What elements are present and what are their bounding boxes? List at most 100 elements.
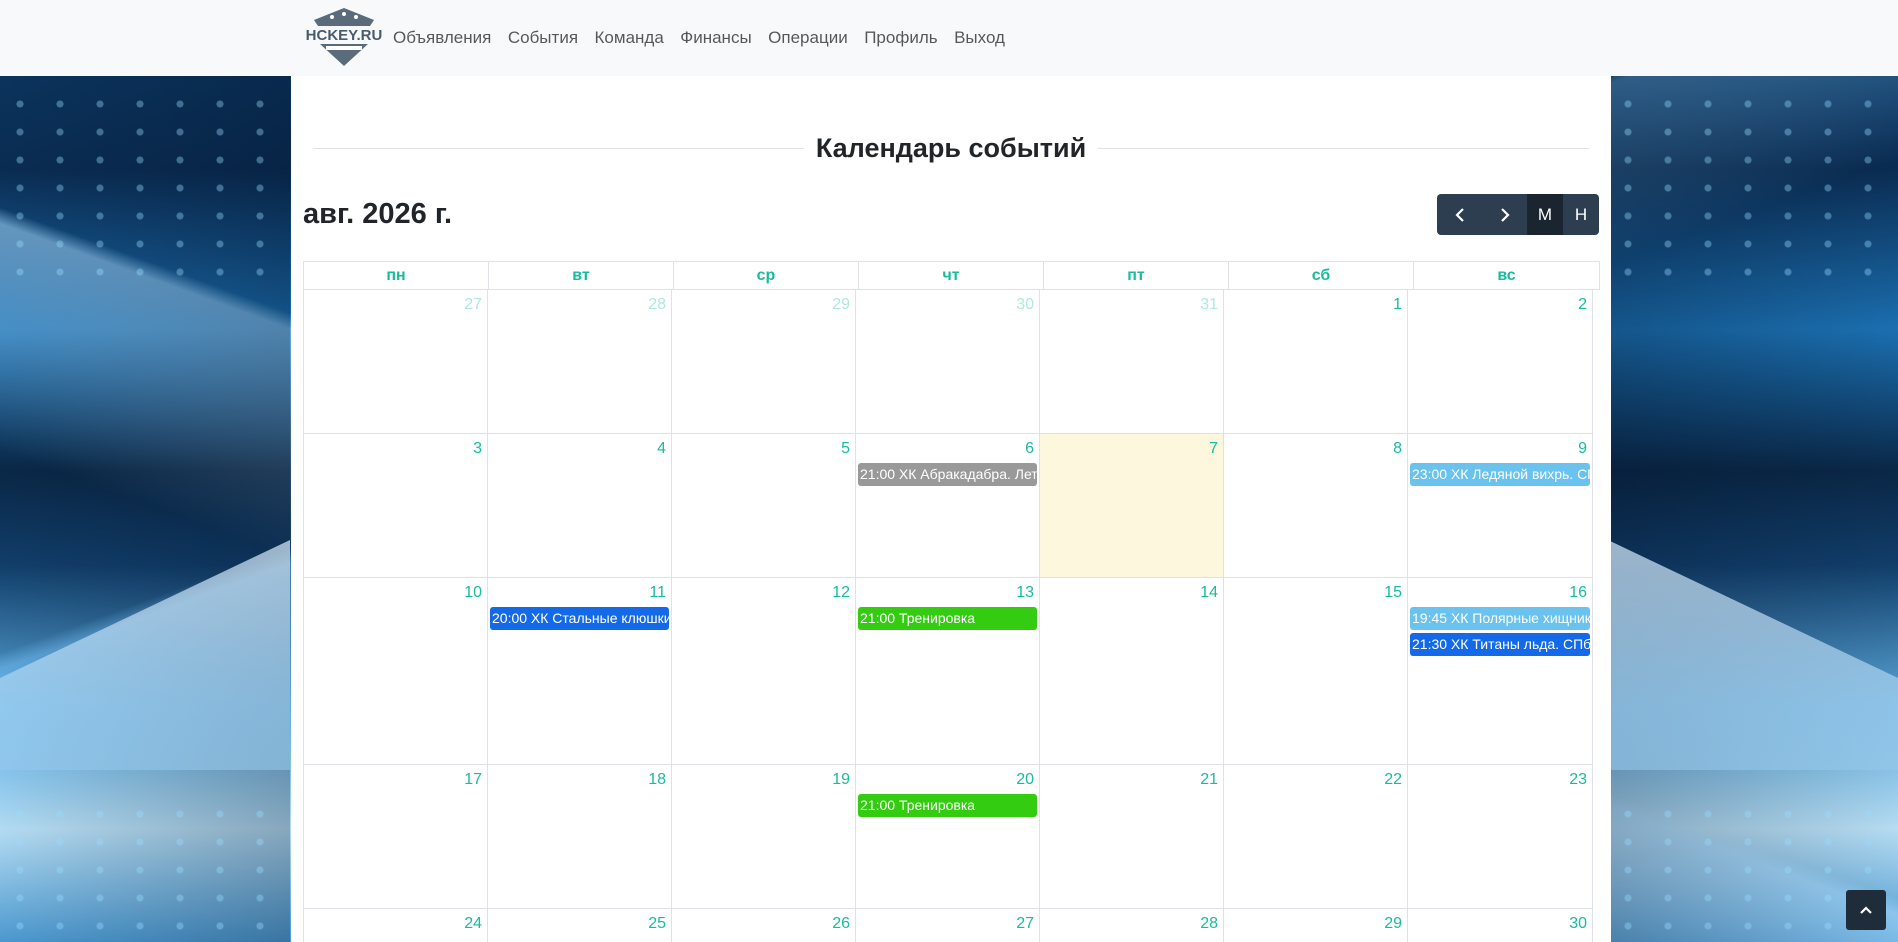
day-number[interactable]: 6 bbox=[1025, 440, 1034, 458]
calendar-day[interactable]: 18 bbox=[488, 765, 672, 909]
calendar-event[interactable]: 23:00 ХК Ледяной вихрь. СПб bbox=[1410, 463, 1590, 486]
calendar-day[interactable]: 29 bbox=[672, 290, 856, 434]
day-number[interactable]: 27 bbox=[1016, 915, 1034, 933]
calendar-day[interactable]: 25 bbox=[488, 909, 672, 942]
calendar-event[interactable]: 21:00 Тренировка bbox=[858, 607, 1037, 630]
calendar-day[interactable]: 13 21:00 Тренировка bbox=[856, 578, 1040, 765]
day-number[interactable]: 13 bbox=[1016, 584, 1034, 602]
calendar-day[interactable]: 30 bbox=[1408, 909, 1593, 942]
day-number[interactable]: 7 bbox=[1209, 440, 1218, 458]
weekday-3: чт bbox=[859, 262, 1044, 290]
day-number[interactable]: 21 bbox=[1200, 771, 1218, 789]
day-number[interactable]: 29 bbox=[1384, 915, 1402, 933]
calendar-day[interactable]: 15 bbox=[1224, 578, 1408, 765]
calendar-day[interactable]: 31 bbox=[1040, 290, 1224, 434]
scroll-to-top-button[interactable] bbox=[1846, 890, 1886, 930]
weekday-2: ср bbox=[674, 262, 859, 290]
calendar-event[interactable]: 21:00 Тренировка bbox=[858, 794, 1037, 817]
day-number[interactable]: 30 bbox=[1569, 915, 1587, 933]
chevron-left-icon bbox=[1454, 207, 1464, 222]
calendar-day[interactable]: 11 20:00 ХК Стальные клюшки bbox=[488, 578, 672, 765]
calendar-day[interactable]: 29 bbox=[1224, 909, 1408, 942]
day-number[interactable]: 14 bbox=[1200, 584, 1218, 602]
calendar-day[interactable]: 3 bbox=[304, 434, 488, 578]
calendar-day[interactable]: 19 bbox=[672, 765, 856, 909]
background-lights-left bbox=[0, 90, 290, 290]
nav-ads[interactable]: Объявления bbox=[393, 28, 491, 48]
calendar-day[interactable]: 16 19:45 ХК Полярные хищники 21:30 ХК Тита… bbox=[1408, 578, 1593, 765]
nav-events[interactable]: События bbox=[508, 28, 578, 48]
next-month-button[interactable] bbox=[1482, 194, 1527, 235]
calendar-day[interactable]: 27 bbox=[856, 909, 1040, 942]
day-number[interactable]: 15 bbox=[1384, 584, 1402, 602]
day-number[interactable]: 3 bbox=[473, 440, 482, 458]
day-number[interactable]: 31 bbox=[1200, 296, 1218, 314]
day-number[interactable]: 24 bbox=[464, 915, 482, 933]
weekday-6: вс bbox=[1414, 262, 1600, 290]
calendar-day[interactable]: 6 21:00 ХК Абракадабра. Летний турнир bbox=[856, 434, 1040, 578]
day-number[interactable]: 19 bbox=[832, 771, 850, 789]
calendar-day[interactable]: 28 bbox=[1040, 909, 1224, 942]
nav-team[interactable]: Команда bbox=[595, 28, 664, 48]
day-number[interactable]: 28 bbox=[1200, 915, 1218, 933]
calendar-day[interactable]: 28 bbox=[488, 290, 672, 434]
calendar-day[interactable]: 26 bbox=[672, 909, 856, 942]
calendar-day[interactable]: 20 21:00 Тренировка bbox=[856, 765, 1040, 909]
calendar-event[interactable]: 20:00 ХК Стальные клюшки bbox=[490, 607, 669, 630]
day-number[interactable]: 28 bbox=[648, 296, 666, 314]
day-number[interactable]: 22 bbox=[1384, 771, 1402, 789]
calendar-day[interactable]: 14 bbox=[1040, 578, 1224, 765]
calendar-event[interactable]: 21:00 ХК Абракадабра. Летний турнир bbox=[858, 463, 1037, 486]
day-number[interactable]: 18 bbox=[648, 771, 666, 789]
calendar-day[interactable]: 24 bbox=[304, 909, 488, 942]
calendar-day[interactable]: 8 bbox=[1224, 434, 1408, 578]
day-number[interactable]: 5 bbox=[841, 440, 850, 458]
day-number[interactable]: 30 bbox=[1016, 296, 1034, 314]
day-number[interactable]: 23 bbox=[1569, 771, 1587, 789]
calendar-day[interactable]: 4 bbox=[488, 434, 672, 578]
main-nav: Объявления События Команда Финансы Опера… bbox=[393, 0, 1021, 76]
day-number[interactable]: 17 bbox=[464, 771, 482, 789]
month-view-button[interactable]: М bbox=[1527, 194, 1563, 235]
calendar-day[interactable]: 22 bbox=[1224, 765, 1408, 909]
day-number[interactable]: 29 bbox=[832, 296, 850, 314]
day-number[interactable]: 2 bbox=[1578, 296, 1587, 314]
calendar-day[interactable]: 17 bbox=[304, 765, 488, 909]
brand-logo[interactable]: HCKEY.RU bbox=[306, 6, 382, 68]
calendar-day[interactable]: 10 bbox=[304, 578, 488, 765]
chevron-right-icon bbox=[1500, 207, 1510, 222]
nav-finance[interactable]: Финансы bbox=[680, 28, 751, 48]
nav-operations[interactable]: Операции bbox=[768, 28, 848, 48]
week-view-button[interactable]: Н bbox=[1563, 194, 1599, 235]
calendar-day[interactable]: 1 bbox=[1224, 290, 1408, 434]
day-number[interactable]: 25 bbox=[648, 915, 666, 933]
day-number[interactable]: 20 bbox=[1016, 771, 1034, 789]
day-number[interactable]: 10 bbox=[464, 584, 482, 602]
heading-divider-right bbox=[1098, 147, 1590, 149]
day-number[interactable]: 8 bbox=[1393, 440, 1402, 458]
page-heading: Календарь событий bbox=[313, 128, 1590, 168]
calendar-day[interactable]: 30 bbox=[856, 290, 1040, 434]
calendar-title: авг. 2026 г. bbox=[303, 198, 453, 230]
calendar-event[interactable]: 21:30 ХК Титаны льда. СПб bbox=[1410, 633, 1590, 656]
calendar-day[interactable]: 5 bbox=[672, 434, 856, 578]
calendar-day[interactable]: 27 bbox=[304, 290, 488, 434]
day-number[interactable]: 4 bbox=[657, 440, 666, 458]
calendar-day[interactable]: 2 bbox=[1408, 290, 1593, 434]
day-number[interactable]: 9 bbox=[1578, 440, 1587, 458]
day-number[interactable]: 27 bbox=[464, 296, 482, 314]
calendar-day[interactable]: 12 bbox=[672, 578, 856, 765]
nav-profile[interactable]: Профиль bbox=[864, 28, 937, 48]
day-number[interactable]: 16 bbox=[1569, 584, 1587, 602]
day-number[interactable]: 26 bbox=[832, 915, 850, 933]
calendar-event[interactable]: 19:45 ХК Полярные хищники bbox=[1410, 607, 1590, 630]
calendar-day[interactable]: 23 bbox=[1408, 765, 1593, 909]
nav-logout[interactable]: Выход bbox=[954, 28, 1005, 48]
day-number[interactable]: 11 bbox=[649, 584, 666, 602]
day-number[interactable]: 1 bbox=[1393, 296, 1402, 314]
prev-month-button[interactable] bbox=[1437, 194, 1482, 235]
calendar-day[interactable]: 21 bbox=[1040, 765, 1224, 909]
day-number[interactable]: 12 bbox=[832, 584, 850, 602]
calendar-day[interactable]: 9 23:00 ХК Ледяной вихрь. СПб bbox=[1408, 434, 1593, 578]
calendar-day-today[interactable]: 7 bbox=[1040, 434, 1224, 578]
